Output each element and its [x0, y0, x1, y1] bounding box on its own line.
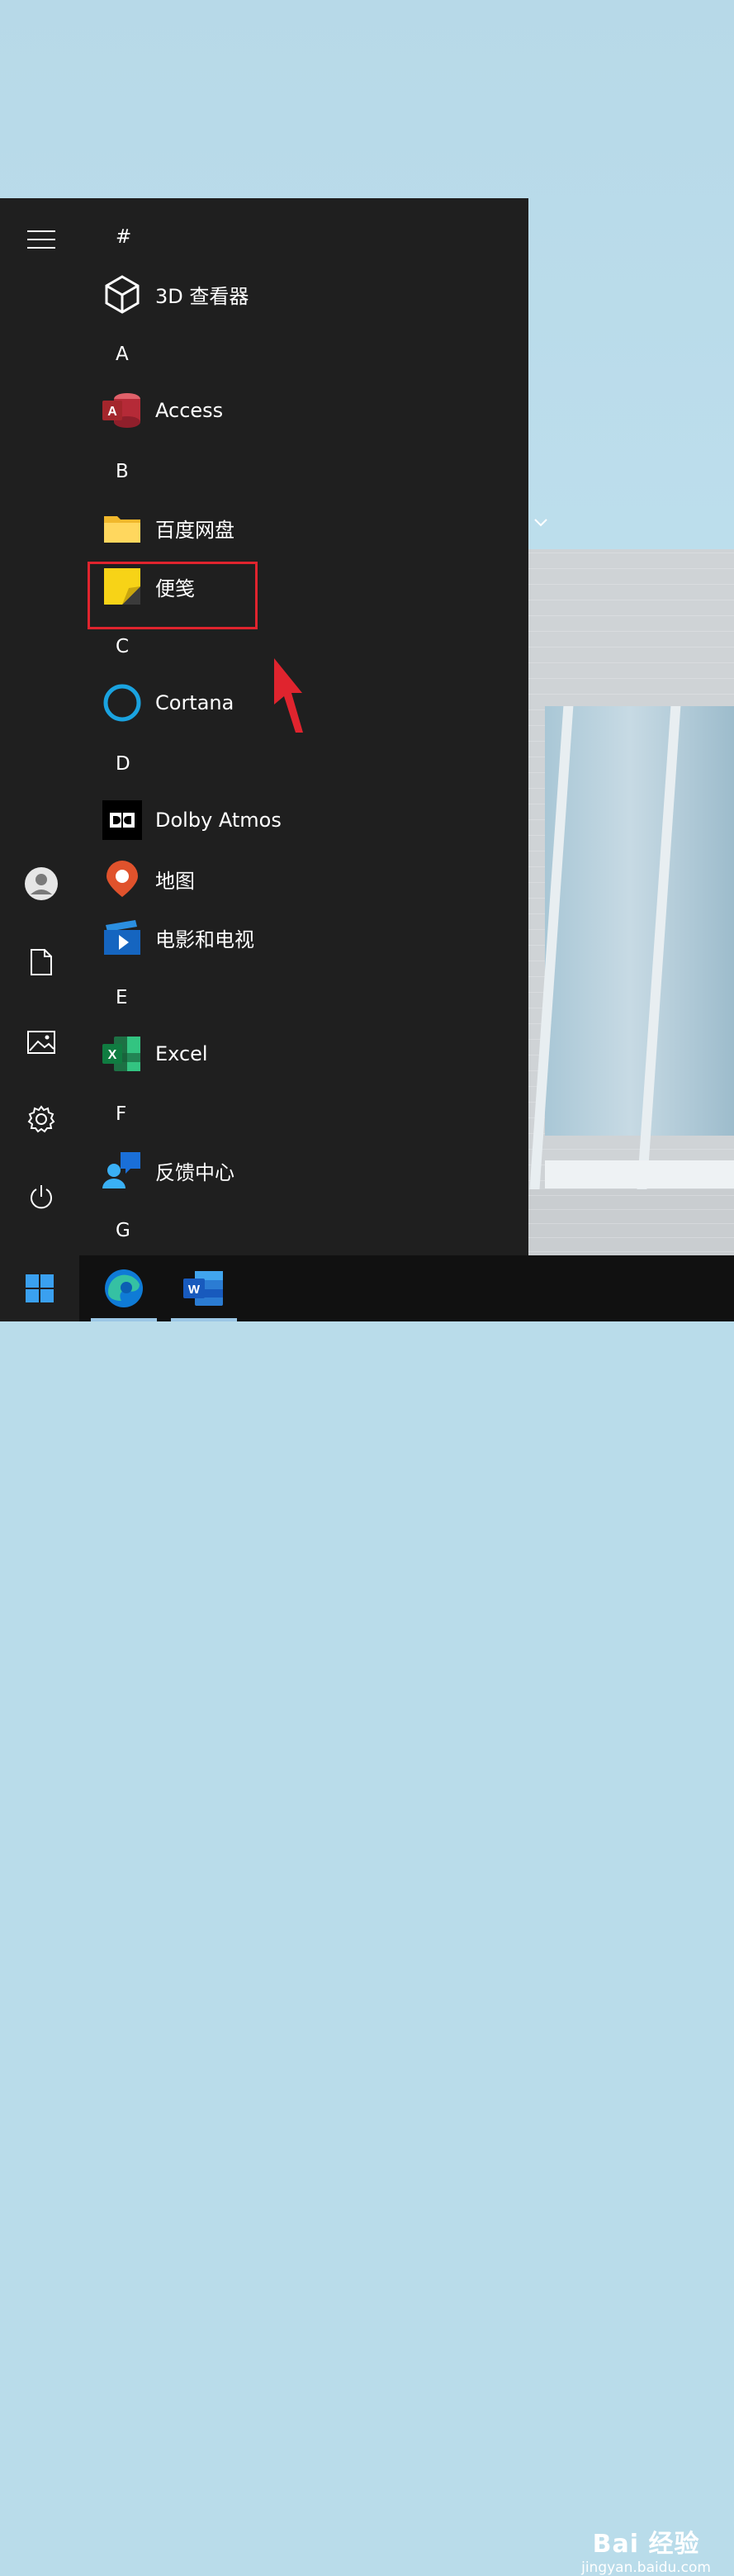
word-icon: W	[183, 1271, 223, 1306]
app-label: Excel	[155, 1042, 208, 1065]
app-dolby-atmos[interactable]: Dolby Atmos	[102, 795, 548, 845]
power-icon	[31, 1185, 52, 1209]
app-excel[interactable]: X Excel	[102, 1029, 548, 1079]
excel-icon: X	[102, 1034, 142, 1074]
cube-icon	[102, 274, 142, 314]
app-label: 百度网盘	[155, 518, 234, 542]
active-indicator	[171, 1318, 237, 1321]
start-button[interactable]	[0, 1255, 79, 1321]
taskbar-edge[interactable]	[91, 1255, 157, 1321]
red-arrow-icon	[274, 658, 303, 733]
app-label: 反馈中心	[155, 1160, 234, 1184]
user-avatar-icon	[25, 867, 58, 900]
highlight-box	[88, 562, 258, 629]
app-3d-viewer[interactable]: 3D 查看器	[102, 269, 548, 319]
maps-icon	[102, 859, 142, 899]
hamburger-icon	[27, 230, 55, 249]
group-header-g[interactable]: G	[116, 1220, 130, 1241]
building-railing	[545, 1160, 734, 1188]
dolby-icon	[102, 800, 142, 840]
chevron-down-icon[interactable]	[533, 518, 548, 528]
watermark-main: Bai 经验	[592, 2530, 700, 2559]
building-glass	[545, 706, 734, 1136]
app-label: 3D 查看器	[155, 284, 249, 308]
settings-button[interactable]	[21, 1098, 62, 1140]
edge-icon	[105, 1269, 143, 1307]
app-cortana[interactable]: Cortana	[102, 678, 548, 728]
app-baidu-netdisk-folder[interactable]: 百度网盘	[102, 503, 548, 553]
group-header-e[interactable]: E	[116, 987, 128, 1008]
app-label: Dolby Atmos	[155, 809, 282, 832]
svg-text:W: W	[188, 1283, 201, 1297]
app-access[interactable]: A Access	[102, 386, 548, 435]
feedback-hub-icon	[102, 1150, 142, 1190]
app-label: Cortana	[155, 691, 234, 714]
app-label: Access	[155, 399, 224, 422]
active-indicator	[91, 1318, 157, 1321]
windows-start-icon	[26, 1274, 54, 1302]
cortana-icon	[102, 683, 142, 723]
watermark-sub: jingyan.baidu.com	[581, 2559, 711, 2576]
app-maps[interactable]: 地图	[102, 854, 548, 904]
group-header-hash[interactable]: #	[116, 226, 131, 248]
taskbar-word[interactable]: W	[171, 1255, 237, 1321]
taskbar: W Bai 经验 jingyan.baidu.com	[0, 1255, 734, 2576]
access-icon: A	[102, 391, 142, 430]
group-header-c[interactable]: C	[116, 636, 129, 657]
svg-text:A: A	[107, 405, 117, 419]
folder-icon	[102, 508, 142, 548]
app-feedback-hub[interactable]: 反馈中心	[102, 1146, 548, 1195]
movies-tv-icon	[102, 918, 142, 957]
app-movies-tv[interactable]: 电影和电视	[102, 913, 548, 962]
documents-button[interactable]	[21, 942, 62, 983]
documents-icon	[31, 949, 52, 975]
svg-text:X: X	[108, 1048, 117, 1062]
group-header-b[interactable]: B	[116, 461, 129, 482]
app-label: 电影和电视	[155, 927, 254, 951]
power-button[interactable]	[21, 1177, 62, 1218]
pictures-icon	[27, 1031, 55, 1054]
group-header-f[interactable]: F	[116, 1103, 126, 1125]
settings-gear-icon	[27, 1105, 55, 1133]
baidu-watermark: Bai 经验 jingyan.baidu.com	[581, 2523, 711, 2576]
hamburger-menu-button[interactable]	[21, 219, 62, 260]
user-account-button[interactable]	[21, 863, 62, 904]
group-header-a[interactable]: A	[116, 344, 129, 365]
start-left-rail	[0, 198, 83, 1255]
group-header-d[interactable]: D	[116, 753, 130, 775]
app-label: 地图	[155, 869, 195, 893]
pictures-button[interactable]	[21, 1022, 62, 1063]
